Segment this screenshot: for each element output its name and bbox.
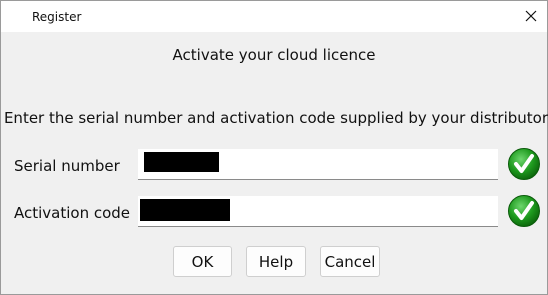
activation-code-label: Activation code xyxy=(14,204,131,222)
redacted-value xyxy=(144,152,219,172)
green-check-icon xyxy=(508,195,540,227)
redacted-value xyxy=(140,199,230,221)
green-check-icon xyxy=(508,148,540,180)
close-icon xyxy=(525,10,537,22)
window-title: Register xyxy=(32,10,82,24)
instruction-text: Enter the serial number and activation c… xyxy=(3,109,548,127)
activation-code-input[interactable] xyxy=(138,196,498,227)
title-bar: Register xyxy=(1,1,547,32)
register-dialog: Register Activate your cloud licence Ent… xyxy=(0,0,548,295)
cancel-button[interactable]: Cancel xyxy=(320,246,380,277)
close-button[interactable] xyxy=(517,4,545,28)
help-button[interactable]: Help xyxy=(246,246,306,277)
dialog-heading: Activate your cloud licence xyxy=(172,46,376,64)
serial-number-input[interactable] xyxy=(138,149,498,180)
serial-number-label: Serial number xyxy=(14,157,120,175)
ok-button[interactable]: OK xyxy=(173,246,232,277)
